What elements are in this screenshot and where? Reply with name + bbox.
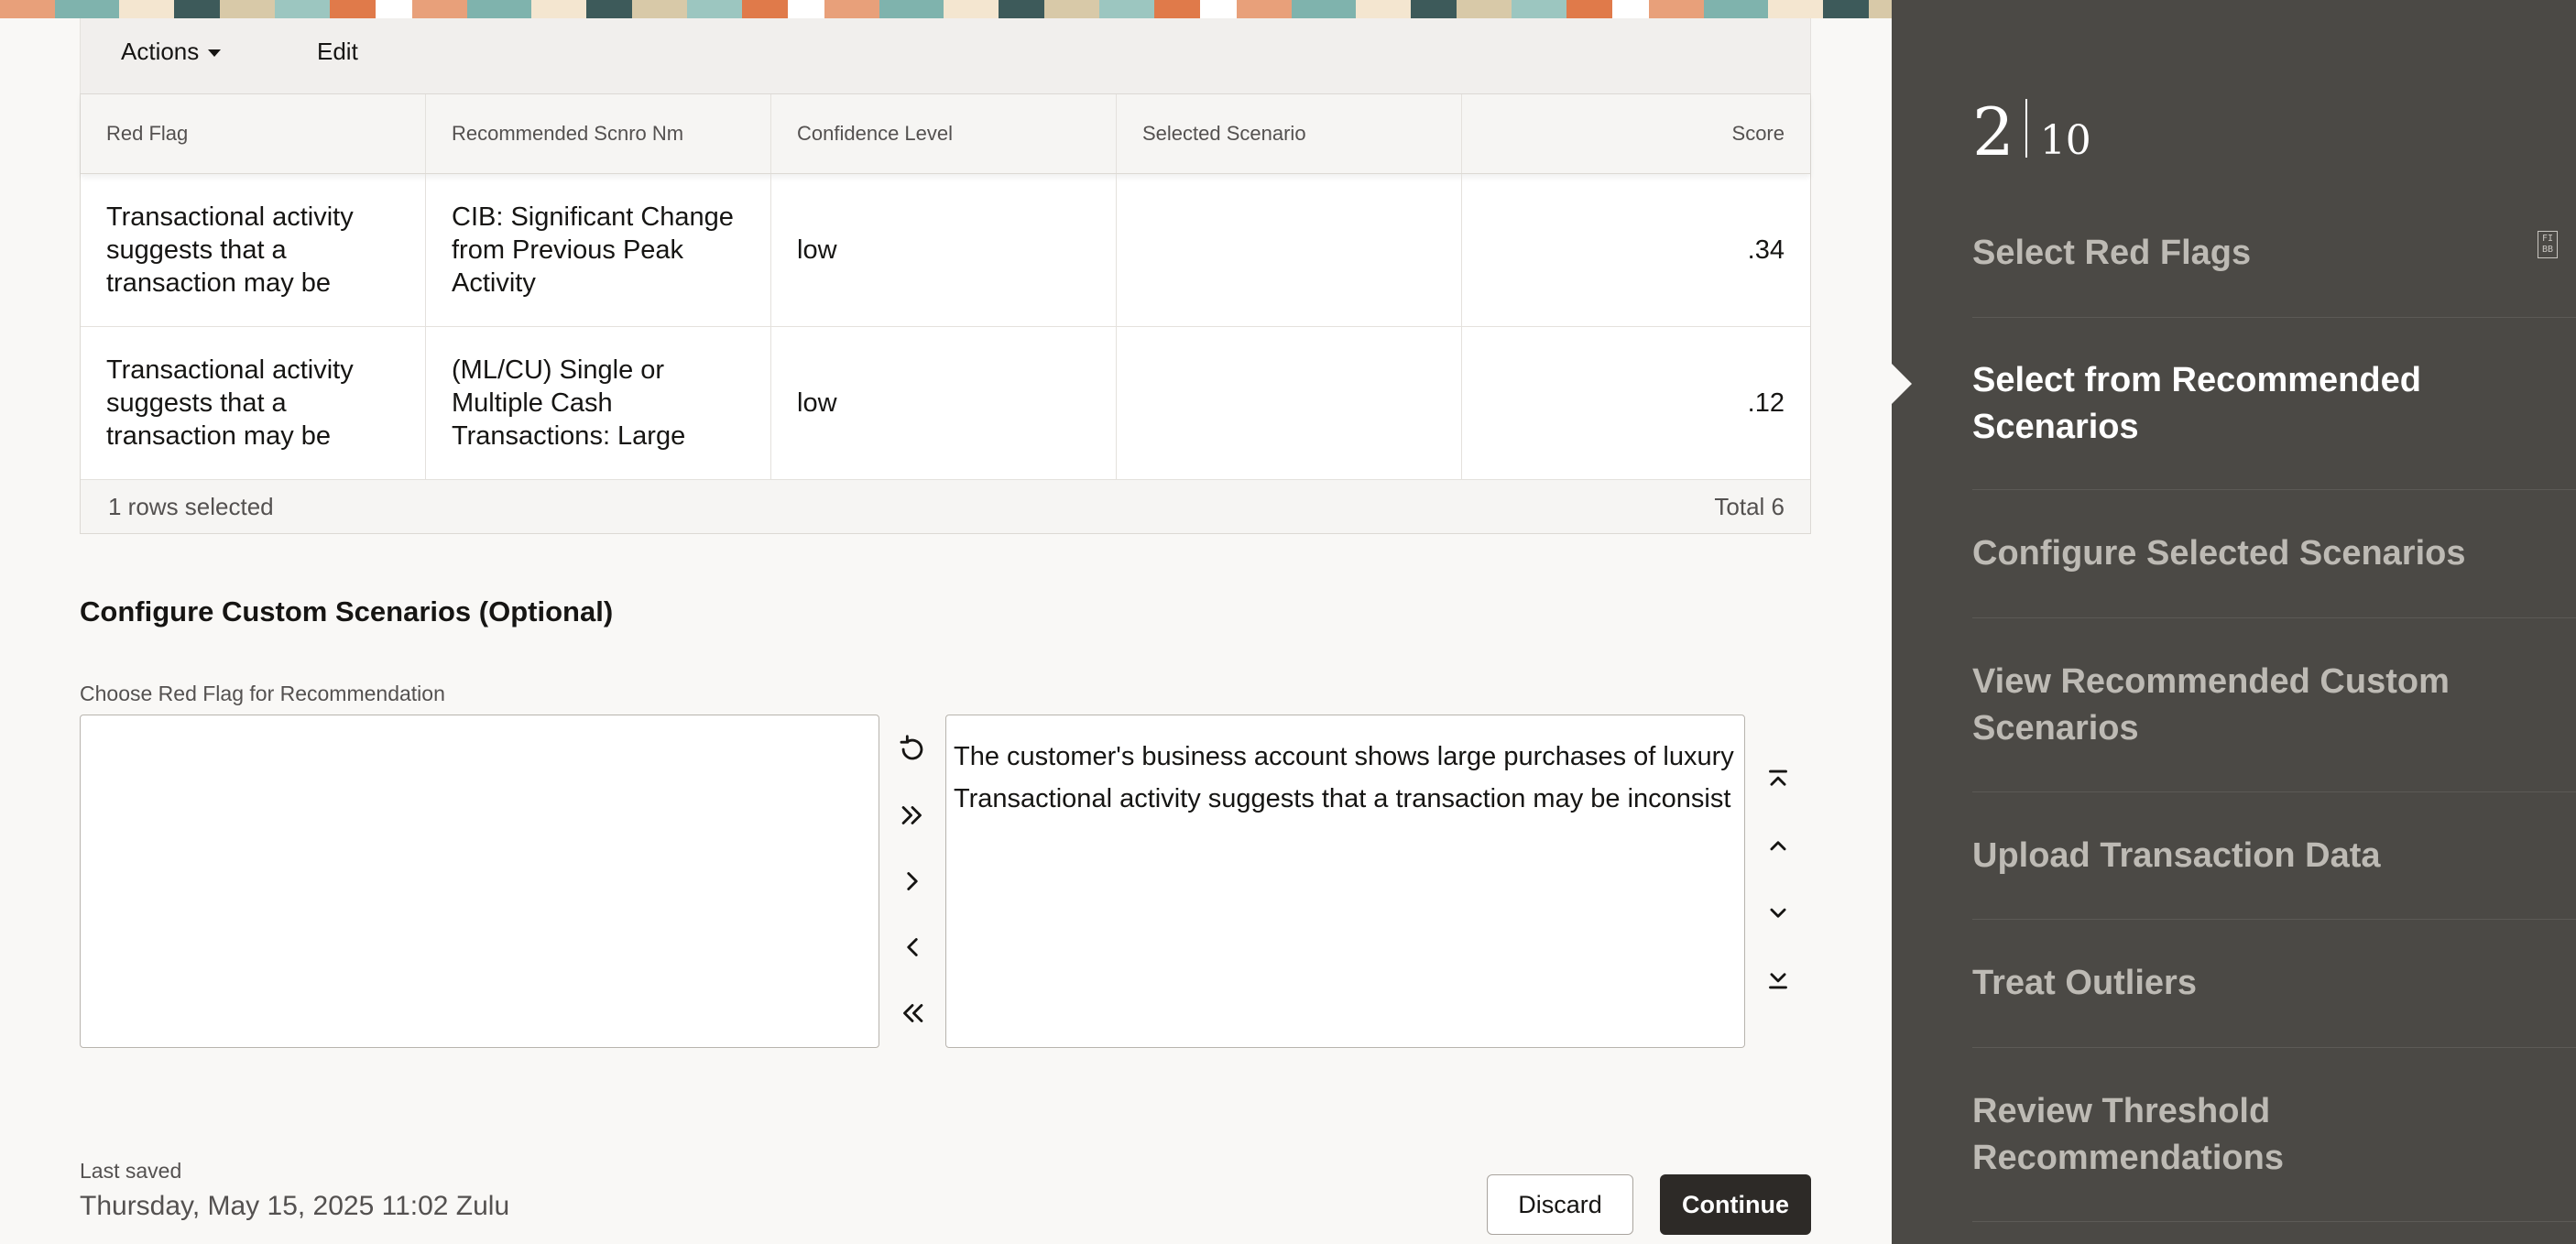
train-step-configure-selected-scenarios[interactable]: Configure Selected Scenarios [1972,490,2576,618]
chevron-left-icon[interactable] [890,925,934,969]
fi-icon-text: FI BB [2541,234,2554,255]
train-step-select-red-flags[interactable]: Select Red Flags [1972,190,2576,318]
cell-confidence-level: low [771,327,1117,479]
grid-toolbar: Actions Edit [80,18,1811,93]
double-chevron-right-icon[interactable] [890,793,934,837]
column-header-recommended-scenario[interactable]: Recommended Scnro Nm [426,94,771,173]
train-step-view-recommended-custom-scenarios[interactable]: View Recommended Custom Scenarios [1972,618,2576,792]
move-to-bottom-icon[interactable] [1756,956,1800,1000]
selected-red-flags-list[interactable]: The customer's business account shows la… [945,715,1745,1048]
progress-divider [2025,99,2027,158]
active-step-pointer [1892,364,1912,404]
cell-red-flag: Transactional activity suggests that a t… [81,327,426,479]
total-count: Total 6 [1714,492,1785,520]
cell-selected-scenario[interactable] [1117,327,1462,479]
fi-app-icon[interactable]: FI BB [2538,231,2558,258]
train-step-select-recommended-scenarios[interactable]: Select from Recommended Scenarios [1972,318,2576,490]
rows-selected-status: 1 rows selected [108,492,274,520]
discard-button[interactable]: Discard [1487,1174,1633,1235]
shuttle-field-label: Choose Red Flag for Recommendation [80,682,445,705]
last-saved-timestamp: Thursday, May 15, 2025 11:02 Zulu [80,1191,510,1221]
train-side-panel: 2 10 Select Red Flags Select from Recomm… [1892,0,2576,1244]
table-row[interactable]: Transactional activity suggests that a t… [81,327,1810,480]
train-steps-list: Select Red Flags Select from Recommended… [1972,190,2576,1222]
cell-text: CIB: Significant Change from Previous Pe… [452,202,734,298]
train-step-review-threshold-recommendations[interactable]: Review Threshold Recommendations [1972,1048,2576,1222]
cell-score: .34 [1747,235,1785,265]
available-red-flags-list[interactable] [80,715,879,1048]
edit-button[interactable]: Edit [317,33,358,70]
actions-label: Actions [121,38,200,65]
cell-recommended-scenario: CIB: Significant Change from Previous Pe… [426,174,771,326]
chevron-right-icon[interactable] [890,859,934,903]
list-item[interactable]: The customer's business account shows la… [946,736,1744,778]
chevron-up-icon[interactable] [1756,824,1800,868]
cell-score: .12 [1747,388,1785,418]
table-header: Red Flag Recommended Scnro Nm Confidence… [81,94,1810,174]
reset-icon[interactable] [890,727,934,771]
cell-selected-scenario[interactable] [1117,174,1462,326]
train-step-upload-transaction-data[interactable]: Upload Transaction Data [1972,792,2576,920]
train-step-treat-outliers[interactable]: Treat Outliers [1972,920,2576,1048]
continue-button[interactable]: Continue [1660,1174,1811,1235]
list-item[interactable]: Transactional activity suggests that a t… [946,778,1744,820]
total-steps-number: 10 [2039,117,2091,164]
cell-red-flag: Transactional activity suggests that a t… [81,174,426,326]
table-row[interactable]: Transactional activity suggests that a t… [81,174,1810,327]
cell-text: Transactional activity suggests that a t… [106,202,354,298]
decorative-banner-strip [0,0,1892,18]
last-saved-label: Last saved [80,1159,182,1183]
double-chevron-left-icon[interactable] [890,991,934,1035]
caret-down-icon [208,49,222,58]
column-header-selected-scenario[interactable]: Selected Scenario [1117,94,1462,173]
recommended-scenarios-table: Red Flag Recommended Scnro Nm Confidence… [80,93,1811,534]
move-to-top-icon[interactable] [1756,758,1800,802]
cell-text: (ML/CU) Single or Multiple Cash Transact… [452,355,686,451]
cell-confidence-level: low [771,174,1117,326]
section-title: Configure Custom Scenarios (Optional) [80,595,614,627]
cell-text: Transactional activity suggests that a t… [106,355,354,451]
main-content: Actions Edit Red Flag Recommended Scnro … [0,18,1892,1244]
actions-menu-button[interactable]: Actions [121,33,222,70]
current-step-number: 2 [1972,93,2014,170]
chevron-down-icon[interactable] [1756,890,1800,934]
step-progress-indicator: 2 10 [1972,92,2091,165]
table-footer: 1 rows selected Total 6 [81,480,1810,533]
column-header-score[interactable]: Score [1462,94,1810,173]
cell-recommended-scenario: (ML/CU) Single or Multiple Cash Transact… [426,327,771,479]
column-header-red-flag[interactable]: Red Flag [81,94,426,173]
column-header-confidence-level[interactable]: Confidence Level [771,94,1117,173]
